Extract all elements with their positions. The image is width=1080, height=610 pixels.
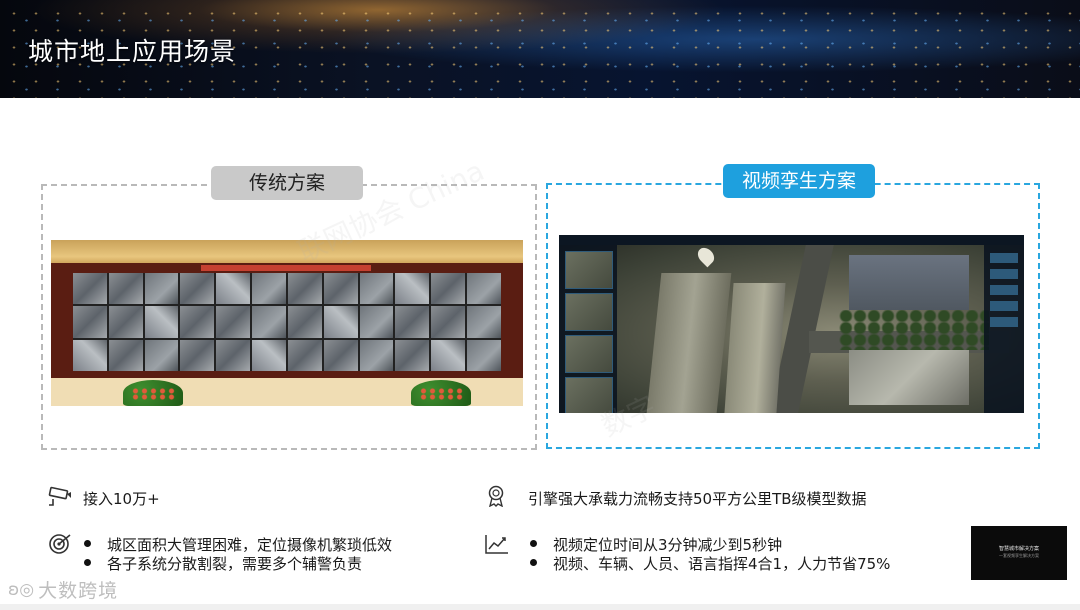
right-bullet-2: 视频、车辆、人员、语言指挥4合1，人力节省75% — [530, 553, 890, 574]
bullet-dot — [530, 540, 537, 547]
twin-scene-image — [559, 235, 1024, 413]
scene-tower — [646, 273, 732, 413]
page-title: 城市地上应用场景 — [28, 37, 237, 66]
access-count-text: 接入10万+ — [83, 490, 160, 508]
brand-logo: ʚ◎ 大数跨境 — [8, 576, 118, 603]
target-icon — [49, 534, 71, 554]
header-banner: 城市地上应用场景 — [0, 0, 1080, 98]
scene-tower-2 — [724, 283, 786, 413]
video-wall — [51, 263, 523, 378]
scene-building-low — [849, 350, 969, 405]
twin-left-video-list — [559, 245, 617, 413]
scene-parking-lot — [849, 255, 969, 310]
cctv-camera-icon — [48, 486, 71, 506]
location-pin-icon — [694, 244, 718, 268]
award-badge-icon — [488, 485, 504, 507]
slide-thumbnail[interactable]: 智慧城市解决方案 一套视频孪生解决方案 — [971, 526, 1067, 580]
bottom-strip — [0, 604, 1080, 610]
brand-logo-text: 大数跨境 — [38, 580, 119, 602]
twin-label: 视频孪生方案 — [723, 164, 875, 198]
left-bullet-2: 各子系统分散割裂，需要多个辅警负责 — [84, 553, 362, 574]
video-wall-screens — [73, 273, 501, 371]
left-bullet-2-text: 各子系统分散割裂，需要多个辅警负责 — [107, 555, 363, 573]
thumbnail-title: 智慧城市解决方案 — [998, 546, 1039, 552]
flower-pot-left — [123, 380, 183, 406]
right-bullet-1-text: 视频定位时间从3分钟减少到5秒钟 — [553, 536, 783, 554]
scene-trees — [839, 310, 989, 350]
video-wall-red-banner — [201, 265, 371, 271]
bullet-dot — [84, 559, 91, 566]
engine-capacity-text: 引擎强大承载力流畅支持50平方公里TB级模型数据 — [528, 490, 867, 508]
traditional-monitoring-image — [51, 240, 523, 406]
twin-top-bar — [559, 235, 1024, 245]
flower-pot-right — [411, 380, 471, 406]
thumbnail-subtitle: 一套视频孪生解决方案 — [999, 553, 1039, 558]
left-bullet-1-text: 城区面积大管理困难，定位摄像机繁琐低效 — [107, 536, 393, 554]
right-bullet-1: 视频定位时间从3分钟减少到5秒钟 — [530, 534, 782, 555]
bullet-dot — [84, 540, 91, 547]
trend-chart-icon — [485, 535, 508, 554]
twin-right-toolbar — [984, 245, 1024, 413]
right-bullet-2-text: 视频、车辆、人员、语言指挥4合1，人力节省75% — [553, 555, 891, 573]
left-bullet-1: 城区面积大管理困难，定位摄像机繁琐低效 — [84, 534, 392, 555]
bullet-dot — [530, 559, 537, 566]
kiwi-logo-icon: ʚ◎ — [8, 579, 35, 600]
traditional-label: 传统方案 — [211, 166, 363, 200]
